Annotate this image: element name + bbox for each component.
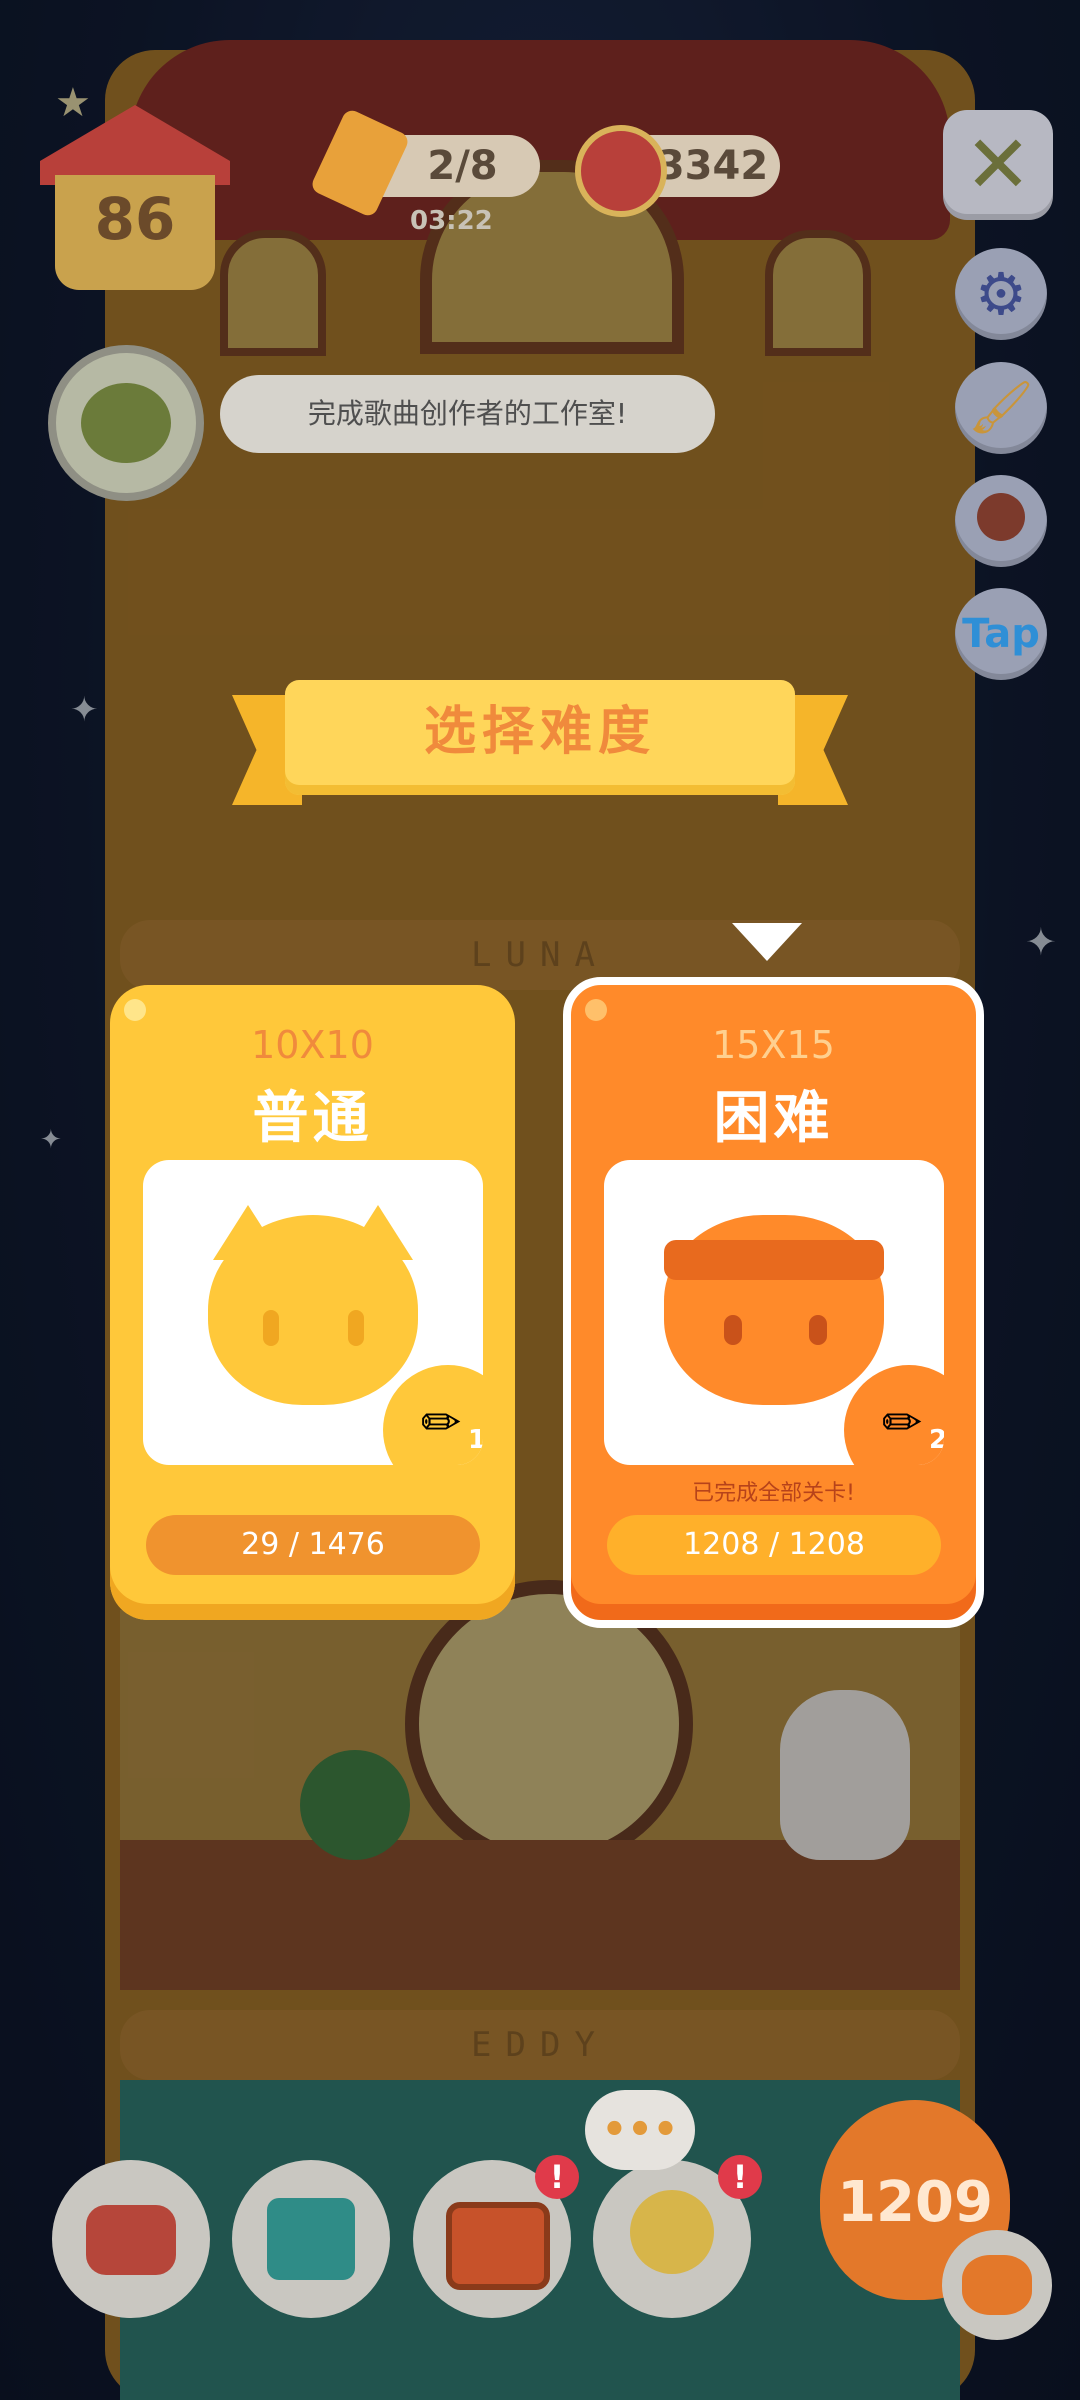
headband <box>664 1240 884 1280</box>
crystal-ball-icon <box>630 2190 714 2274</box>
level-counter-text: 1209 <box>837 2170 993 2235</box>
close-icon: ✕ <box>964 118 1032 211</box>
tv-icon <box>446 2202 550 2290</box>
difficulty-card-normal[interactable]: 10X10 普通 ✏ 1 29 / 1476 <box>110 985 515 1620</box>
difficulty-card-hard[interactable]: 15X15 困难 ✏ 2 已完成全部关卡! 1208 / 1208 <box>563 977 984 1628</box>
progress-text: 29 / 1476 <box>241 1527 385 1562</box>
chat-bubble: ••• <box>585 2090 695 2170</box>
completed-label: 已完成全部关卡! <box>692 1481 855 1506</box>
quest-bubble[interactable]: 完成歌曲创作者的工作室! <box>220 375 715 453</box>
pencil-icon: ✏ <box>421 1395 462 1451</box>
stamp-button[interactable] <box>955 475 1047 567</box>
paint-button[interactable]: 🖌 <box>955 362 1047 454</box>
sofa-icon <box>86 2205 176 2275</box>
furniture-button[interactable] <box>52 2160 210 2318</box>
settings-button[interactable]: ⚙ <box>955 248 1047 340</box>
pencil-cost-badge: ✏ 1 <box>383 1365 483 1465</box>
difficulty-name: 普通 <box>252 1086 373 1151</box>
pencil-icon: ✏ <box>882 1395 923 1451</box>
progress-pill: 1208 / 1208 <box>607 1515 941 1575</box>
house-level-text: 86 <box>94 185 176 253</box>
close-button[interactable]: ✕ <box>943 110 1053 220</box>
pencil-cost-text: 2 <box>929 1425 944 1455</box>
tap-button[interactable]: Tap <box>955 588 1047 680</box>
ellipsis-icon: ••• <box>601 2107 679 2153</box>
card-highlight-dot <box>124 999 146 1021</box>
dialog-title: 选择难度 <box>423 702 656 762</box>
puzzle-preview: ✏ 1 <box>143 1160 483 1465</box>
house-level-button[interactable]: 86 <box>30 105 240 295</box>
pencil-timer-text: 03:22 <box>410 206 493 236</box>
cat-icon <box>962 2255 1032 2315</box>
grid-size-label: 15X15 <box>712 1023 835 1067</box>
puzzle-preview: ✏ 2 <box>604 1160 944 1465</box>
tap-label: Tap <box>962 611 1040 657</box>
pencil-cost-badge: ✏ 2 <box>844 1365 944 1465</box>
gear-icon: ⚙ <box>975 260 1027 328</box>
card-highlight-dot <box>585 999 607 1021</box>
progress-pill: 29 / 1476 <box>146 1515 480 1575</box>
coin-can-icon <box>575 125 667 217</box>
cat-button[interactable] <box>942 2230 1052 2340</box>
notification-badge: ! <box>535 2155 579 2199</box>
quest-message: 完成歌曲创作者的工作室! <box>307 397 628 430</box>
title-banner: 选择难度 <box>285 680 795 795</box>
selection-arrow-icon <box>732 923 802 961</box>
book-icon <box>267 2198 355 2280</box>
progress-text: 1208 / 1208 <box>683 1527 865 1562</box>
avatar-face <box>81 383 171 463</box>
album-button[interactable] <box>232 2160 390 2318</box>
paint-brush-icon: 🖌 <box>967 378 1034 438</box>
grid-size-label: 10X10 <box>251 1023 374 1067</box>
character-avatar[interactable] <box>48 345 204 501</box>
stamp-icon <box>977 493 1025 541</box>
pencil-cost-text: 1 <box>468 1425 483 1455</box>
difficulty-name: 困难 <box>713 1086 834 1151</box>
notification-badge: ! <box>718 2155 762 2199</box>
house-icon <box>40 105 230 185</box>
